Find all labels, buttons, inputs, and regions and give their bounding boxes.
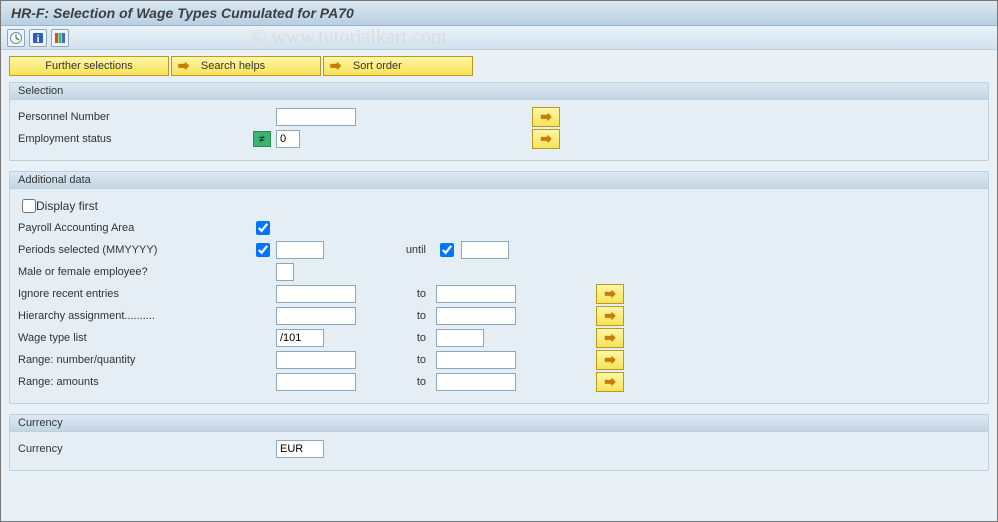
- arrow-right-icon: ➡: [605, 286, 616, 302]
- hierarchy-multiselect-button[interactable]: ➡: [596, 306, 624, 326]
- to-label: to: [366, 376, 436, 388]
- arrow-right-icon: ➡: [541, 109, 552, 125]
- gender-label: Male or female employee?: [18, 266, 248, 278]
- system-toolbar: i: [1, 26, 997, 50]
- not-equal-icon[interactable]: ≠: [253, 131, 271, 147]
- periods-from-input[interactable]: [276, 241, 324, 259]
- employment-status-input[interactable]: [276, 130, 300, 148]
- hierarchy-label: Hierarchy assignment..........: [18, 310, 248, 322]
- selection-group-title: Selection: [10, 83, 988, 100]
- sort-order-button[interactable]: ➡ Sort order: [323, 56, 473, 76]
- application-toolbar: Further selections ➡ Search helps ➡ Sort…: [9, 56, 989, 76]
- window-title: HR-F: Selection of Wage Types Cumulated …: [1, 1, 997, 26]
- personnel-number-label: Personnel Number: [18, 111, 248, 123]
- range-qty-from-input[interactable]: [276, 351, 356, 369]
- wagetype-label: Wage type list: [18, 332, 248, 344]
- to-label: to: [366, 332, 436, 344]
- periods-from-checkbox[interactable]: [256, 243, 270, 257]
- further-selections-button[interactable]: Further selections: [9, 56, 169, 76]
- currency-group-title: Currency: [10, 415, 988, 432]
- currency-input[interactable]: [276, 440, 324, 458]
- currency-group: Currency Currency: [9, 414, 989, 471]
- ignore-recent-from-input[interactable]: [276, 285, 356, 303]
- range-qty-multiselect-button[interactable]: ➡: [596, 350, 624, 370]
- further-selections-label: Further selections: [45, 60, 132, 72]
- arrow-right-icon: ➡: [541, 131, 552, 147]
- additional-data-group-title: Additional data: [10, 172, 988, 189]
- wagetype-to-input[interactable]: [436, 329, 484, 347]
- to-label: to: [366, 354, 436, 366]
- employment-status-multiselect-button[interactable]: ➡: [532, 129, 560, 149]
- employment-status-label: Employment status: [18, 133, 248, 145]
- arrow-right-icon: ➡: [330, 58, 341, 74]
- periods-to-checkbox[interactable]: [440, 243, 454, 257]
- range-qty-to-input[interactable]: [436, 351, 516, 369]
- hierarchy-to-input[interactable]: [436, 307, 516, 325]
- range-amt-multiselect-button[interactable]: ➡: [596, 372, 624, 392]
- periods-label: Periods selected (MMYYYY): [18, 244, 248, 256]
- info-button[interactable]: i: [29, 29, 47, 47]
- arrow-right-icon: ➡: [605, 308, 616, 324]
- range-amt-from-input[interactable]: [276, 373, 356, 391]
- payroll-area-label: Payroll Accounting Area: [18, 222, 248, 234]
- to-label: to: [366, 310, 436, 322]
- ignore-recent-label: Ignore recent entries: [18, 288, 248, 300]
- display-first-label: Display first: [36, 199, 98, 213]
- periods-to-input[interactable]: [461, 241, 509, 259]
- clock-execute-icon: [9, 31, 23, 45]
- wagetype-multiselect-button[interactable]: ➡: [596, 328, 624, 348]
- gender-input[interactable]: [276, 263, 294, 281]
- search-helps-label: Search helps: [201, 60, 265, 72]
- ignore-recent-multiselect-button[interactable]: ➡: [596, 284, 624, 304]
- arrow-right-icon: ➡: [605, 330, 616, 346]
- until-label: until: [366, 244, 436, 256]
- variant-button[interactable]: [51, 29, 69, 47]
- search-helps-button[interactable]: ➡ Search helps: [171, 56, 321, 76]
- ignore-recent-to-input[interactable]: [436, 285, 516, 303]
- personnel-number-multiselect-button[interactable]: ➡: [532, 107, 560, 127]
- wagetype-from-input[interactable]: [276, 329, 324, 347]
- currency-label: Currency: [18, 443, 248, 455]
- selection-group: Selection Personnel Number ➡ Employment …: [9, 82, 989, 161]
- range-qty-label: Range: number/quantity: [18, 354, 248, 366]
- display-first-checkbox[interactable]: [22, 199, 36, 213]
- to-label: to: [366, 288, 436, 300]
- hierarchy-from-input[interactable]: [276, 307, 356, 325]
- execute-button[interactable]: [7, 29, 25, 47]
- range-amt-label: Range: amounts: [18, 376, 248, 388]
- personnel-number-input[interactable]: [276, 108, 356, 126]
- arrow-right-icon: ➡: [605, 374, 616, 390]
- columns-icon: [53, 31, 67, 45]
- info-icon: i: [31, 31, 45, 45]
- arrow-right-icon: ➡: [178, 58, 189, 74]
- svg-text:i: i: [37, 34, 40, 45]
- sort-order-label: Sort order: [353, 60, 402, 72]
- arrow-right-icon: ➡: [605, 352, 616, 368]
- payroll-area-checkbox[interactable]: [256, 221, 270, 235]
- additional-data-group: Additional data Display first Payroll Ac…: [9, 171, 989, 404]
- range-amt-to-input[interactable]: [436, 373, 516, 391]
